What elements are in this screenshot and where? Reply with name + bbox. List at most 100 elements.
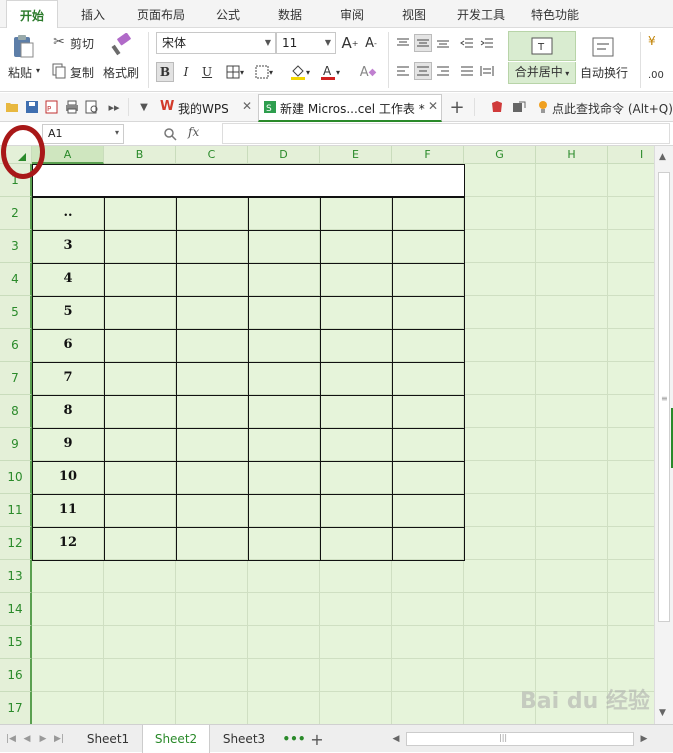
align-right-icon[interactable] xyxy=(434,62,452,80)
scroll-left-icon[interactable]: ◀ xyxy=(390,731,402,747)
tab-data[interactable]: 数据 xyxy=(262,0,318,28)
tab-workbook[interactable]: S 新建 Micros...cel 工作表 * ✕ xyxy=(258,94,442,122)
table-cell[interactable] xyxy=(248,296,321,330)
cell-a6[interactable]: 6 xyxy=(32,337,104,352)
indent-increase-icon[interactable] xyxy=(478,34,496,52)
row-header-14[interactable]: 14 xyxy=(0,593,32,626)
sheet-tab-3[interactable]: Sheet3 xyxy=(212,725,276,753)
search-command-box[interactable]: 点此查找命令 (Alt+Q) xyxy=(552,100,673,117)
bold-button[interactable]: B xyxy=(156,62,174,82)
align-middle-icon[interactable] xyxy=(414,34,432,52)
cut-button[interactable]: 剪切 xyxy=(70,35,94,52)
new-tab-plus-icon[interactable]: + xyxy=(448,97,466,118)
tab-developer[interactable]: 开发工具 xyxy=(448,0,514,28)
spreadsheet-grid[interactable]: A B C D E F G H I 1 2 3 4 5 6 7 8 9 10 11 12 13 14 15 1… xyxy=(0,146,654,724)
table-cell[interactable] xyxy=(392,263,465,297)
scroll-down-icon[interactable]: ▼ xyxy=(659,708,666,718)
more-quick-actions-icon[interactable]: ▸▸ xyxy=(104,99,124,115)
scroll-right-icon[interactable]: ▶ xyxy=(638,731,650,747)
table-cell[interactable] xyxy=(320,494,393,528)
table-cell[interactable] xyxy=(104,461,177,495)
merged-cell-a1[interactable] xyxy=(32,164,465,197)
paste-dropdown-icon[interactable]: ▾ xyxy=(36,66,40,75)
increase-font-icon[interactable]: A + xyxy=(341,34,359,52)
table-cell[interactable] xyxy=(176,329,249,363)
currency-format-icon[interactable]: ¥ xyxy=(648,34,656,48)
tab-special-features[interactable]: 特色功能 xyxy=(522,0,588,28)
tab-review[interactable]: 审阅 xyxy=(326,0,378,28)
table-cell[interactable] xyxy=(392,197,465,231)
close-icon[interactable]: ✕ xyxy=(428,99,438,113)
font-size-select[interactable]: 11 ▼ xyxy=(276,32,336,54)
tab-view[interactable]: 视图 xyxy=(386,0,442,28)
table-cell[interactable] xyxy=(176,296,249,330)
print-preview-icon[interactable] xyxy=(84,99,100,115)
table-cell[interactable] xyxy=(320,527,393,561)
table-cell[interactable] xyxy=(104,428,177,462)
more-sheets-icon[interactable]: ••• xyxy=(283,731,306,747)
cell-a10[interactable]: 10 xyxy=(32,469,104,484)
table-cell[interactable] xyxy=(320,230,393,264)
format-painter-label[interactable]: 格式刷 xyxy=(103,64,139,81)
column-header-f[interactable]: F xyxy=(392,146,464,164)
table-cell[interactable] xyxy=(176,197,249,231)
row-header-15[interactable]: 15 xyxy=(0,626,32,659)
align-top-icon[interactable] xyxy=(394,34,412,52)
tab-page-layout[interactable]: 页面布局 xyxy=(128,0,194,28)
table-cell[interactable] xyxy=(104,494,177,528)
vertical-scrollbar[interactable]: ▲ ≡ ▼ xyxy=(654,146,673,724)
table-cell[interactable] xyxy=(320,428,393,462)
table-cell[interactable] xyxy=(392,461,465,495)
table-cell[interactable] xyxy=(176,461,249,495)
row-header-13[interactable]: 13 xyxy=(0,560,32,593)
row-header-11[interactable]: 11 xyxy=(0,494,32,527)
table-cell[interactable] xyxy=(320,362,393,396)
table-cell[interactable] xyxy=(104,263,177,297)
table-cell[interactable] xyxy=(392,527,465,561)
row-header-2[interactable]: 2 xyxy=(0,197,32,230)
table-cell[interactable] xyxy=(248,395,321,429)
clear-format-icon[interactable]: A ◆ xyxy=(354,62,382,82)
column-header-b[interactable]: B xyxy=(104,146,176,164)
row-header-9[interactable]: 9 xyxy=(0,428,32,461)
first-sheet-icon[interactable]: |◀ xyxy=(4,731,18,747)
export-pdf-icon[interactable]: P xyxy=(44,99,60,115)
distributed-icon[interactable] xyxy=(478,62,496,80)
indent-decrease-icon[interactable] xyxy=(458,34,476,52)
table-cell[interactable] xyxy=(176,263,249,297)
align-center-icon[interactable] xyxy=(414,62,432,80)
align-bottom-icon[interactable] xyxy=(434,34,452,52)
table-cell[interactable] xyxy=(248,428,321,462)
column-header-h[interactable]: H xyxy=(536,146,608,164)
close-icon[interactable]: ✕ xyxy=(242,99,252,113)
copy-button[interactable]: 复制 xyxy=(70,64,94,81)
table-cell[interactable] xyxy=(104,527,177,561)
formula-input[interactable] xyxy=(222,123,670,144)
cell-a12[interactable]: 12 xyxy=(32,535,104,550)
table-cell[interactable] xyxy=(392,494,465,528)
tab-insert[interactable]: 插入 xyxy=(66,0,120,28)
tab-list-dropdown-icon[interactable]: ▼ xyxy=(136,99,152,115)
row-header-7[interactable]: 7 xyxy=(0,362,32,395)
decrease-font-icon[interactable]: A- xyxy=(362,34,380,52)
prev-sheet-icon[interactable]: ◀ xyxy=(20,731,34,747)
row-header-8[interactable]: 8 xyxy=(0,395,32,428)
cell-a7[interactable]: 7 xyxy=(32,370,104,385)
row-header-5[interactable]: 5 xyxy=(0,296,32,329)
table-cell[interactable] xyxy=(248,197,321,231)
table-cell[interactable] xyxy=(392,395,465,429)
row-header-4[interactable]: 4 xyxy=(0,263,32,296)
cell-a9[interactable]: 9 xyxy=(32,436,104,451)
table-cell[interactable] xyxy=(176,230,249,264)
column-header-e[interactable]: E xyxy=(320,146,392,164)
folder-icon[interactable] xyxy=(4,99,20,115)
table-cell[interactable] xyxy=(176,362,249,396)
underline-button[interactable]: U xyxy=(198,62,216,82)
table-cell[interactable] xyxy=(248,230,321,264)
cell-a3[interactable]: 3 xyxy=(32,238,104,253)
scroll-up-icon[interactable]: ▲ xyxy=(659,152,666,162)
cell-a5[interactable]: 5 xyxy=(32,304,104,319)
table-cell[interactable] xyxy=(320,263,393,297)
row-header-10[interactable]: 10 xyxy=(0,461,32,494)
tab-formulas[interactable]: 公式 xyxy=(202,0,254,28)
